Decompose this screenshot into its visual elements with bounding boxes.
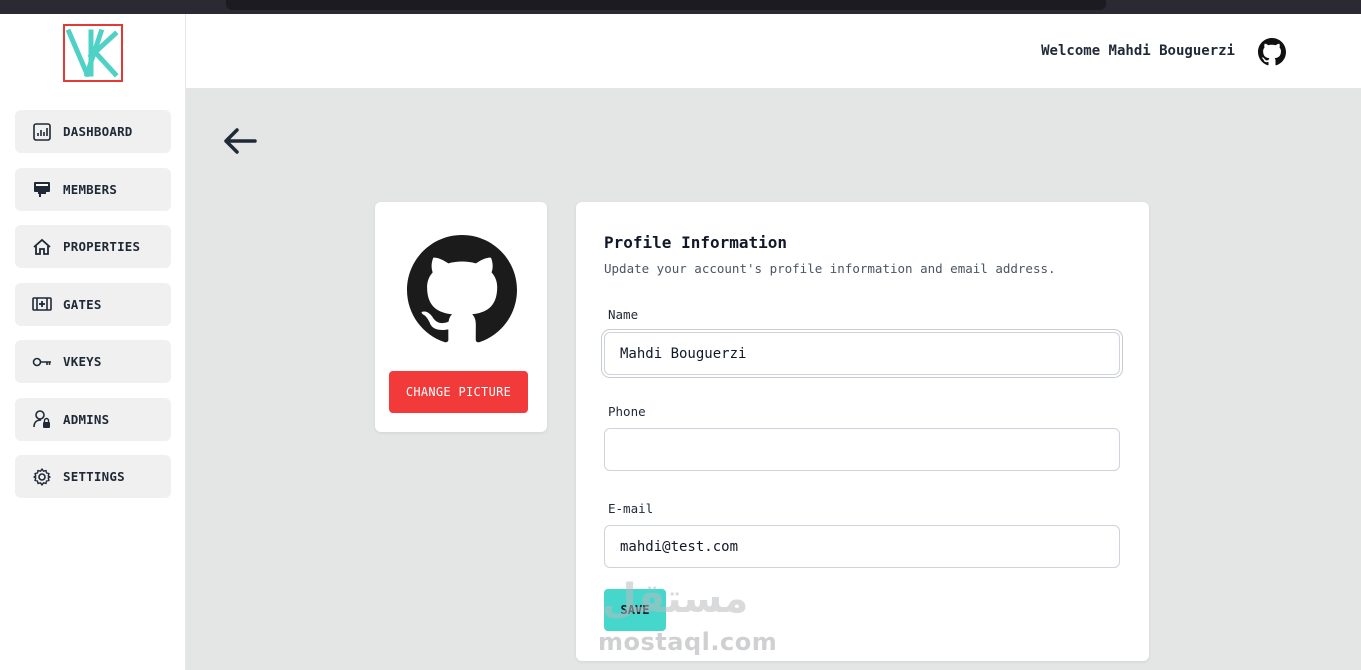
sidebar-item-label: DASHBOARD bbox=[63, 124, 133, 139]
sidebar-item-admins[interactable]: ADMINS bbox=[15, 397, 171, 441]
email-field[interactable] bbox=[604, 525, 1120, 568]
profile-picture-card: CHANGE PICTURE bbox=[375, 202, 547, 432]
phone-label: Phone bbox=[608, 404, 646, 419]
sidebar-item-label: PROPERTIES bbox=[63, 239, 141, 254]
back-arrow-icon[interactable] bbox=[222, 126, 258, 156]
dashboard-chart-icon bbox=[32, 122, 52, 142]
sidebar-item-label: VKEYS bbox=[63, 354, 102, 369]
welcome-text: Welcome Mahdi Bouguerzi bbox=[1041, 43, 1235, 59]
members-icon bbox=[32, 179, 52, 199]
phone-field[interactable] bbox=[604, 428, 1120, 471]
sidebar-item-settings[interactable]: SETTINGS bbox=[15, 455, 171, 498]
gear-icon bbox=[32, 467, 52, 487]
sidebar-item-gates[interactable]: GATES bbox=[15, 282, 171, 326]
address-bar[interactable] bbox=[226, 0, 1106, 10]
key-icon bbox=[32, 352, 52, 372]
sidebar-item-dashboard[interactable]: DASHBOARD bbox=[15, 110, 171, 153]
profile-information-card: Profile Information Update your account'… bbox=[576, 202, 1149, 661]
sidebar-item-properties[interactable]: PROPERTIES bbox=[15, 225, 171, 268]
name-label: Name bbox=[608, 307, 639, 322]
logo-vk-icon bbox=[65, 28, 119, 78]
sidebar-item-label: ADMINS bbox=[63, 411, 110, 427]
gate-icon bbox=[32, 294, 52, 314]
sidebar: DASHBOARD MEMBERS PROPERTIES GATES VKEYS bbox=[0, 14, 186, 670]
sidebar-nav: DASHBOARD MEMBERS PROPERTIES GATES VKEYS bbox=[15, 110, 171, 513]
sidebar-item-label: GATES bbox=[63, 296, 102, 312]
github-icon[interactable] bbox=[1258, 38, 1286, 66]
sidebar-item-label: MEMBERS bbox=[63, 181, 118, 197]
app-logo[interactable] bbox=[63, 24, 123, 82]
profile-avatar-github-icon bbox=[407, 235, 517, 343]
sidebar-item-label: SETTINGS bbox=[63, 469, 125, 484]
profile-subtitle: Update your account's profile informatio… bbox=[604, 261, 1056, 276]
sidebar-item-members[interactable]: MEMBERS bbox=[15, 167, 171, 211]
name-field[interactable] bbox=[604, 332, 1120, 375]
sidebar-item-vkeys[interactable]: VKEYS bbox=[15, 340, 171, 383]
email-label: E-mail bbox=[608, 501, 654, 516]
home-icon bbox=[32, 237, 52, 257]
change-picture-button[interactable]: CHANGE PICTURE bbox=[389, 371, 528, 413]
top-header: Welcome Mahdi Bouguerzi bbox=[186, 14, 1361, 88]
profile-title: Profile Information bbox=[604, 233, 788, 252]
save-button[interactable]: SAVE bbox=[604, 589, 666, 631]
admin-lock-icon bbox=[32, 409, 52, 429]
browser-toolbar bbox=[0, 0, 1361, 14]
